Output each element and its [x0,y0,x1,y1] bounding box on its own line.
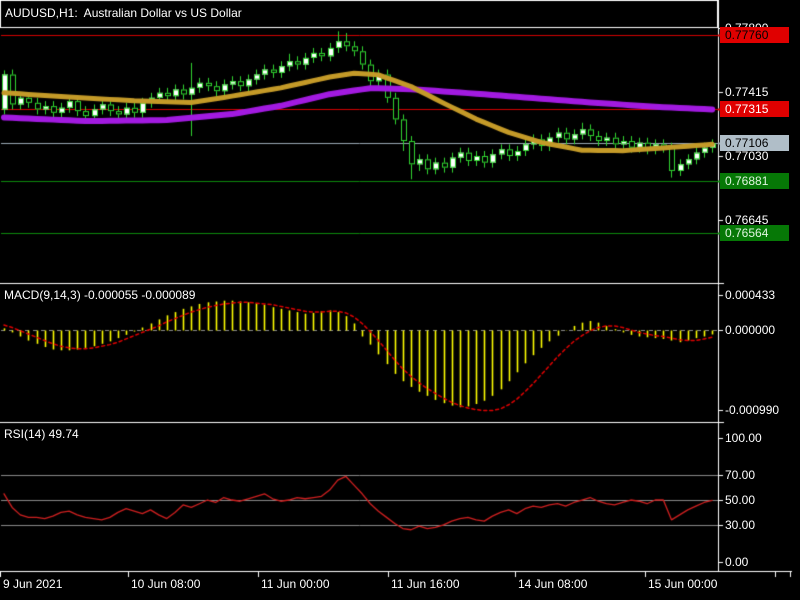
time-axis[interactable] [0,572,800,600]
trading-chart-window: AUDUSD,H1: Australian Dollar vs US Dolla… [0,0,800,600]
price-axis[interactable] [718,0,800,571]
chart-canvas[interactable] [0,0,800,600]
